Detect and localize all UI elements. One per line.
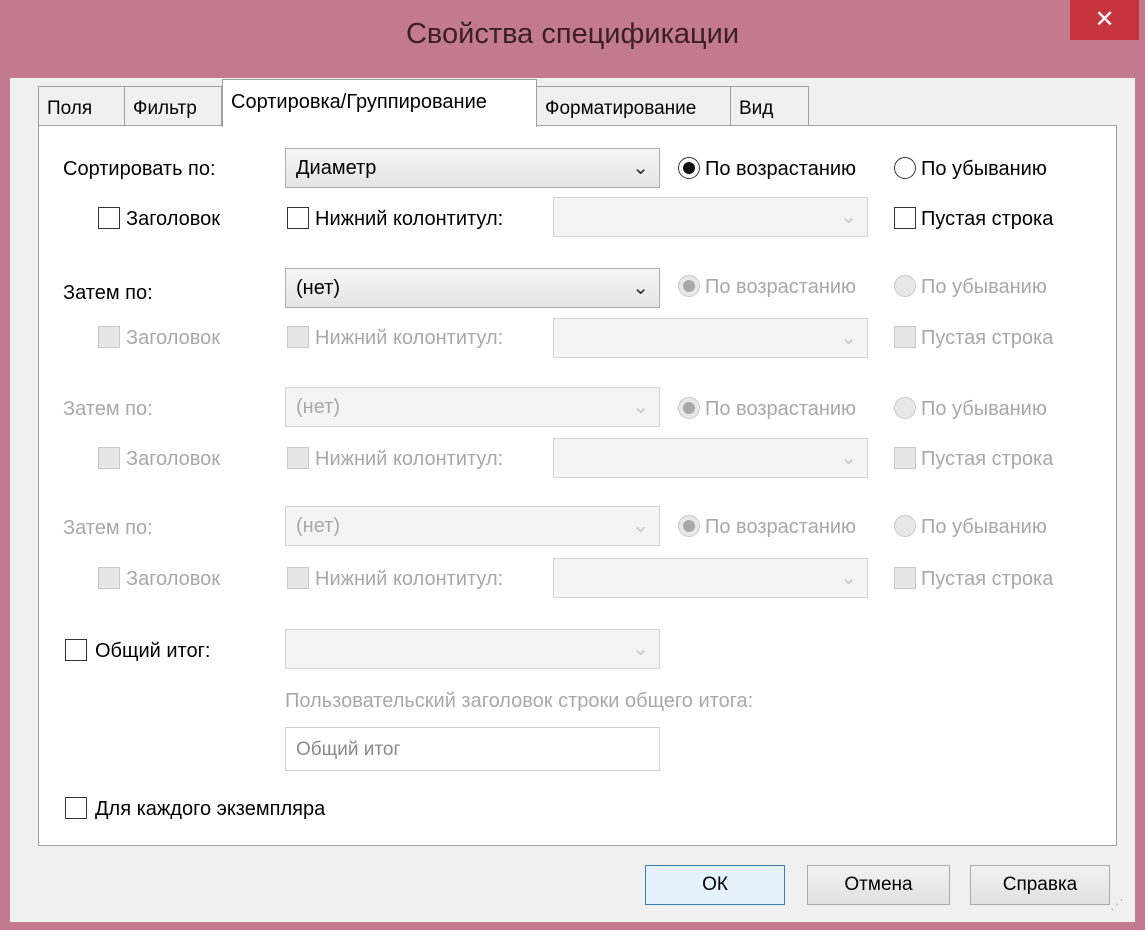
sort-descending-label: По убыванию bbox=[921, 158, 1047, 180]
then-by-3-value: (нет) bbox=[296, 515, 340, 537]
tab-formatting[interactable]: Форматирование bbox=[536, 86, 731, 126]
then-by-3-blank-line-checkbox[interactable] bbox=[894, 567, 916, 589]
then-by-3-ascending-radio[interactable] bbox=[678, 515, 700, 537]
tab-fields[interactable]: Поля bbox=[38, 86, 125, 126]
then-by-1-footer-checkbox[interactable] bbox=[287, 326, 309, 348]
sort-header-label: Заголовок bbox=[126, 208, 221, 230]
then-by-1-blank-line-checkbox[interactable] bbox=[894, 326, 916, 348]
then-by-3-header-label: Заголовок bbox=[126, 568, 221, 590]
then-by-2-footer-select[interactable]: ⌄ bbox=[553, 438, 868, 478]
then-by-1-label: Затем по: bbox=[63, 282, 153, 304]
then-by-2-select[interactable]: (нет) ⌄ bbox=[285, 387, 660, 427]
then-by-1-footer-label: Нижний колонтитул: bbox=[315, 327, 504, 349]
dialog-body: Поля Фильтр Сортировка/Группирование Фор… bbox=[10, 78, 1135, 922]
then-by-2-footer-label: Нижний колонтитул: bbox=[315, 448, 504, 470]
resize-grip-icon[interactable]: ⋰ bbox=[1110, 896, 1124, 913]
per-instance-label: Для каждого экземпляра bbox=[95, 798, 326, 820]
then-by-1-header-checkbox[interactable] bbox=[98, 326, 120, 348]
help-button[interactable]: Справка bbox=[970, 865, 1110, 905]
window-title: Свойства спецификации bbox=[405, 18, 740, 50]
close-button[interactable]: ✕ bbox=[1070, 0, 1139, 40]
sort-ascending-radio[interactable] bbox=[678, 157, 700, 179]
title-bar[interactable]: Свойства спецификации ✕ bbox=[0, 0, 1145, 78]
grand-total-label: Общий итог: bbox=[95, 640, 211, 662]
sort-by-label: Сортировать по: bbox=[63, 158, 216, 180]
sort-ascending-label: По возрастанию bbox=[705, 158, 857, 180]
then-by-2-value: (нет) bbox=[296, 396, 340, 418]
tab-filter[interactable]: Фильтр bbox=[124, 86, 222, 126]
sort-footer-checkbox[interactable] bbox=[287, 207, 309, 229]
sort-header-checkbox[interactable] bbox=[98, 207, 120, 229]
chevron-down-icon: ⌄ bbox=[632, 638, 649, 660]
sort-footer-label: Нижний колонтитул: bbox=[315, 208, 504, 230]
chevron-down-icon: ⌄ bbox=[632, 396, 649, 418]
chevron-down-icon: ⌄ bbox=[632, 277, 649, 299]
grand-total-custom-title-input[interactable] bbox=[294, 738, 648, 762]
window-frame-bottom bbox=[0, 922, 1145, 930]
then-by-3-label: Затем по: bbox=[63, 517, 153, 539]
then-by-2-label: Затем по: bbox=[63, 398, 153, 420]
tab-sorting-grouping[interactable]: Сортировка/Группирование bbox=[222, 79, 537, 127]
then-by-1-footer-select[interactable]: ⌄ bbox=[553, 318, 868, 358]
chevron-down-icon: ⌄ bbox=[840, 206, 857, 228]
then-by-3-footer-checkbox[interactable] bbox=[287, 567, 309, 589]
then-by-1-value: (нет) bbox=[296, 277, 340, 299]
per-instance-checkbox[interactable] bbox=[65, 797, 87, 819]
then-by-1-select[interactable]: (нет) ⌄ bbox=[285, 268, 660, 308]
grand-total-custom-title-field[interactable] bbox=[285, 727, 660, 771]
then-by-2-header-label: Заголовок bbox=[126, 448, 221, 470]
then-by-3-header-checkbox[interactable] bbox=[98, 567, 120, 589]
then-by-1-descending-label: По убыванию bbox=[921, 276, 1047, 298]
then-by-2-ascending-label: По возрастанию bbox=[705, 398, 857, 420]
sort-descending-radio[interactable] bbox=[894, 157, 916, 179]
then-by-2-header-checkbox[interactable] bbox=[98, 447, 120, 469]
window-frame-right bbox=[1135, 78, 1145, 930]
then-by-1-descending-radio[interactable] bbox=[894, 275, 916, 297]
sort-footer-select[interactable]: ⌄ bbox=[553, 197, 868, 237]
chevron-down-icon: ⌄ bbox=[632, 157, 649, 179]
grand-total-checkbox[interactable] bbox=[65, 639, 87, 661]
then-by-3-ascending-label: По возрастанию bbox=[705, 516, 857, 538]
chevron-down-icon: ⌄ bbox=[840, 567, 857, 589]
then-by-1-blank-line-label: Пустая строка bbox=[921, 327, 1054, 349]
then-by-1-ascending-label: По возрастанию bbox=[705, 276, 857, 298]
grand-total-custom-title-label: Пользовательский заголовок строки общего… bbox=[285, 690, 754, 712]
then-by-1-ascending-radio[interactable] bbox=[678, 275, 700, 297]
chevron-down-icon: ⌄ bbox=[840, 327, 857, 349]
sort-by-select[interactable]: Диаметр ⌄ bbox=[285, 148, 660, 188]
grand-total-select[interactable]: ⌄ bbox=[285, 629, 660, 669]
then-by-2-blank-line-checkbox[interactable] bbox=[894, 447, 916, 469]
chevron-down-icon: ⌄ bbox=[840, 447, 857, 469]
then-by-3-footer-select[interactable]: ⌄ bbox=[553, 558, 868, 598]
then-by-2-footer-checkbox[interactable] bbox=[287, 447, 309, 469]
then-by-2-descending-radio[interactable] bbox=[894, 397, 916, 419]
sort-blank-line-label: Пустая строка bbox=[921, 208, 1054, 230]
sort-blank-line-checkbox[interactable] bbox=[894, 207, 916, 229]
then-by-3-descending-label: По убыванию bbox=[921, 516, 1047, 538]
then-by-2-blank-line-label: Пустая строка bbox=[921, 448, 1054, 470]
then-by-2-ascending-radio[interactable] bbox=[678, 397, 700, 419]
chevron-down-icon: ⌄ bbox=[632, 515, 649, 537]
dialog-window: Свойства спецификации ✕ Поля Фильтр Сорт… bbox=[0, 0, 1145, 930]
then-by-3-select[interactable]: (нет) ⌄ bbox=[285, 506, 660, 546]
sort-by-value: Диаметр bbox=[296, 157, 377, 179]
cancel-button[interactable]: Отмена bbox=[807, 865, 950, 905]
then-by-3-footer-label: Нижний колонтитул: bbox=[315, 568, 504, 590]
then-by-2-descending-label: По убыванию bbox=[921, 398, 1047, 420]
then-by-1-header-label: Заголовок bbox=[126, 327, 221, 349]
ok-button[interactable]: ОК bbox=[645, 865, 785, 905]
window-frame-left bbox=[0, 78, 10, 930]
close-icon: ✕ bbox=[1094, 6, 1115, 33]
tab-view[interactable]: Вид bbox=[730, 86, 809, 126]
then-by-3-blank-line-label: Пустая строка bbox=[921, 568, 1054, 590]
then-by-3-descending-radio[interactable] bbox=[894, 515, 916, 537]
